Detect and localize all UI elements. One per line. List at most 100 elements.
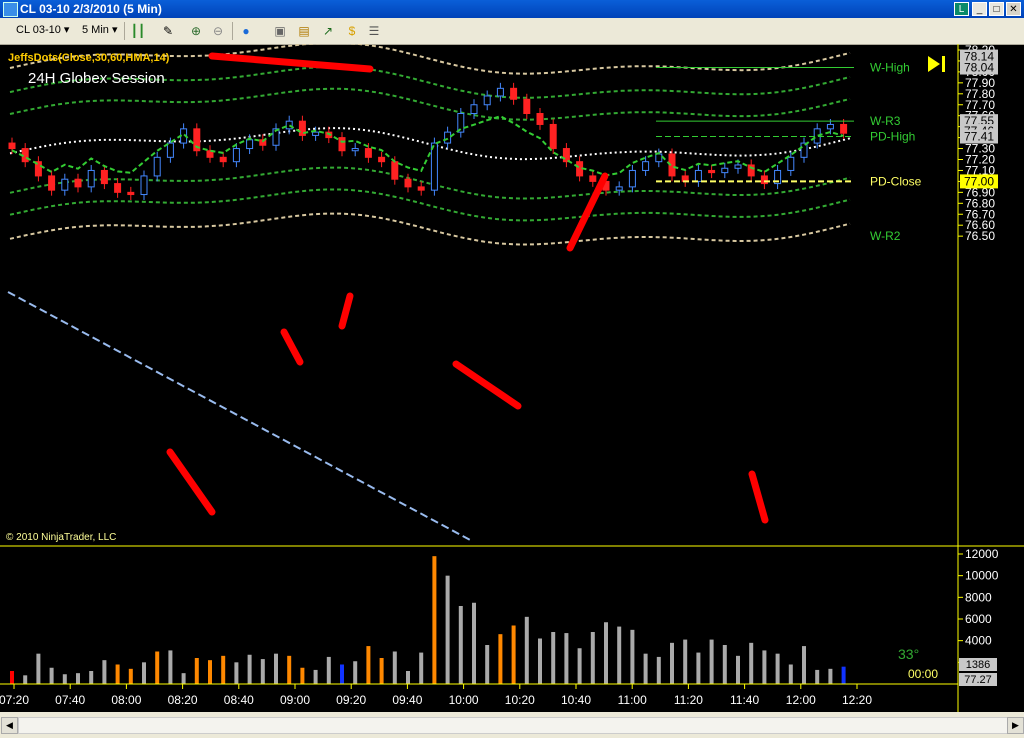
candle-body xyxy=(338,137,346,152)
volume-bar xyxy=(564,633,569,684)
chevron-down-icon: ▾ xyxy=(111,24,118,36)
candle-body xyxy=(655,153,663,163)
volume-bar xyxy=(353,661,358,684)
maximize-button[interactable]: □ xyxy=(989,2,1004,16)
chart-overlays xyxy=(7,52,844,542)
time-tick-label: 12:20 xyxy=(842,693,872,707)
globe-icon[interactable]: ● xyxy=(238,23,254,39)
candle-body xyxy=(391,161,399,180)
horizontal-scrollbar[interactable]: ◀ ▶ xyxy=(0,712,1024,738)
strategy-icon[interactable]: ▤ xyxy=(296,23,312,39)
indicator-icon[interactable]: ↗ xyxy=(320,23,336,39)
minimize-button[interactable]: _ xyxy=(972,2,987,16)
properties-icon[interactable]: ▣ xyxy=(272,23,288,39)
time-tick-label: 11:00 xyxy=(618,693,647,707)
volume-bar xyxy=(524,616,529,684)
candle-body xyxy=(61,178,69,191)
draw-tool-icon[interactable]: ✎ xyxy=(160,23,176,39)
svg-text:77.27: 77.27 xyxy=(964,674,992,686)
envelope-band xyxy=(9,188,851,222)
zoom-in-icon[interactable]: ⊕ xyxy=(188,23,204,39)
chart-area[interactable]: 78.2078.1078.0077.9077.8077.7077.6077.50… xyxy=(0,41,1024,712)
volume-bar xyxy=(194,658,199,684)
volume-bar xyxy=(89,671,94,684)
annotation-arrow xyxy=(208,52,374,73)
session-label: 24H Globex Session xyxy=(28,70,165,87)
link-icon[interactable]: L xyxy=(954,2,969,16)
candle-body xyxy=(760,175,768,185)
data-box-icon[interactable]: ☰ xyxy=(366,23,382,39)
price-tick-label: 76.50 xyxy=(965,229,995,243)
volume-bar xyxy=(234,662,239,684)
candle-body xyxy=(219,156,227,163)
envelope-band xyxy=(9,87,851,121)
candle-body xyxy=(708,169,716,174)
window-title: CL 03-10 2/3/2010 (5 Min) xyxy=(20,2,162,16)
candle-body xyxy=(8,142,16,150)
candle-body xyxy=(444,131,452,144)
volume-bar xyxy=(498,634,503,684)
candle-body xyxy=(351,148,359,152)
volume-bar xyxy=(62,674,67,684)
candle-body xyxy=(417,186,425,191)
scroll-track[interactable] xyxy=(18,717,1008,734)
candle-body xyxy=(378,156,386,163)
time-tick-label: 10:00 xyxy=(449,693,479,707)
instrument-selector[interactable]: CL 03-10 ▾ xyxy=(16,22,69,39)
candle-body xyxy=(166,142,174,158)
close-button[interactable]: ✕ xyxy=(1006,2,1021,16)
volume-bar xyxy=(617,626,622,684)
volume-bar xyxy=(472,602,476,684)
candle-body xyxy=(232,148,240,163)
time-tick-label: 08:00 xyxy=(111,693,141,707)
volume-bar xyxy=(366,646,371,684)
time-tick-label: 10:40 xyxy=(561,693,591,707)
volume-bar xyxy=(815,669,820,684)
volume-bar xyxy=(683,639,688,684)
volume-bars xyxy=(10,556,846,684)
chart-toolbar: CL 03-10 ▾ 5 Min ▾ ┃┃ ✎ ⊕ ⊖ ● ▣ ▤ ↗ $ ☰ xyxy=(0,18,1024,45)
level-label: W-R3 xyxy=(870,114,901,128)
candle-body xyxy=(536,113,544,125)
time-tick-label: 12:00 xyxy=(786,693,816,707)
scroll-right-icon[interactable]: ▶ xyxy=(1007,717,1024,734)
candle-body xyxy=(721,167,729,174)
zoom-out-icon[interactable]: ⊖ xyxy=(210,23,226,39)
candle-body xyxy=(549,123,557,150)
volume-bar xyxy=(828,668,833,684)
candle-body xyxy=(826,123,834,130)
level-label: PD-High xyxy=(870,130,915,144)
go-right-icon[interactable] xyxy=(928,56,945,72)
time-tick-label: 07:40 xyxy=(55,693,85,707)
candle-body xyxy=(100,169,108,185)
volume-bar xyxy=(551,632,556,684)
volume-bar xyxy=(76,673,80,684)
time-tick-label: 10:20 xyxy=(505,693,535,707)
interval-selector[interactable]: 5 Min ▾ xyxy=(82,22,118,39)
volume-bar xyxy=(604,622,608,684)
bar-style-icon[interactable]: ┃┃ xyxy=(130,23,146,39)
toolbar-divider xyxy=(124,22,125,40)
volume-bar xyxy=(181,673,186,684)
scroll-left-icon[interactable]: ◀ xyxy=(1,717,18,734)
volume-bar xyxy=(49,667,54,684)
candle-body xyxy=(589,175,597,182)
annotation-arrow xyxy=(338,292,354,330)
volume-bar xyxy=(630,629,635,684)
volume-bar xyxy=(274,653,278,684)
candle-body xyxy=(74,178,82,188)
trade-icon[interactable]: $ xyxy=(344,23,360,39)
volume-tick-label: 4000 xyxy=(965,634,992,648)
price-marker-label: 78.04 xyxy=(964,61,994,75)
candle-body xyxy=(496,87,504,97)
volume-bar xyxy=(841,666,846,684)
volume-tick-label: 6000 xyxy=(965,612,992,626)
candle-body xyxy=(800,142,808,158)
trend-line xyxy=(7,291,473,542)
level-label: W-R2 xyxy=(870,229,901,243)
volume-bar xyxy=(221,655,226,684)
volume-bar xyxy=(326,656,331,684)
annotation-arrow xyxy=(166,448,216,516)
toolbar-divider xyxy=(232,22,233,40)
volume-bar xyxy=(432,556,437,684)
